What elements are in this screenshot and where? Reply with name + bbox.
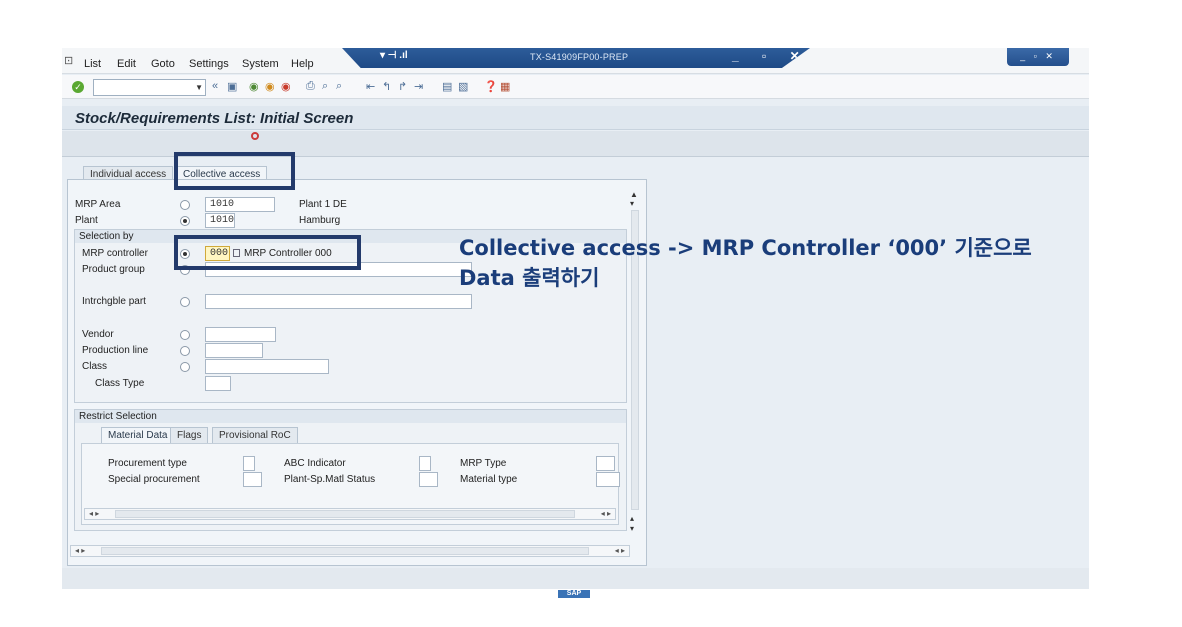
- scroll-up-icon[interactable]: ▲: [630, 190, 638, 199]
- scroll-left-right-icon[interactable]: ◂ ▸: [615, 546, 625, 556]
- shortcut-icon[interactable]: ▧: [458, 80, 468, 93]
- save-icon[interactable]: ▣: [227, 80, 237, 93]
- inner-scroll-track[interactable]: [115, 510, 575, 518]
- plant-desc: Hamburg: [299, 215, 341, 226]
- class-label: Class: [82, 361, 108, 372]
- next-page-icon[interactable]: ↱: [398, 80, 407, 93]
- status-bar: SAP: [62, 568, 1089, 598]
- scroll-down-icon[interactable]: ▾: [630, 524, 634, 533]
- new-session-icon[interactable]: ▤: [442, 80, 452, 93]
- sap-window: ⊡ List Edit Goto Settings System Help ▾ …: [62, 48, 1089, 598]
- procurement-type-field[interactable]: [243, 456, 255, 471]
- product-group-label: Product group: [82, 264, 145, 275]
- find-icon[interactable]: ⌕: [322, 80, 328, 93]
- enter-check-icon[interactable]: ✓: [72, 81, 84, 93]
- outer-scroll-track[interactable]: [101, 547, 589, 555]
- menu-settings[interactable]: Settings: [189, 58, 229, 70]
- interchangeable-field[interactable]: [205, 294, 472, 309]
- menu-help[interactable]: Help: [291, 58, 314, 70]
- sap-logo: SAP: [558, 590, 590, 598]
- title-bar: ▾ ⊣ .ıl TX-S41909FP00-PREP _ ▫ ✕: [342, 48, 810, 68]
- annotation-line-1: Collective access -> MRP Controller ‘000…: [459, 236, 1032, 260]
- mrp-area-field[interactable]: 1010: [205, 197, 275, 212]
- scroll-left-right-icon[interactable]: ◂ ▸: [601, 509, 611, 519]
- menu-system[interactable]: System: [242, 58, 279, 70]
- mrp-area-label: MRP Area: [75, 199, 121, 210]
- customize-layout-icon[interactable]: ▦: [500, 80, 510, 93]
- material-type-label: Material type: [460, 474, 518, 485]
- scroll-left-right-icon[interactable]: ◂ ▸: [89, 509, 99, 519]
- plant-label: Plant: [75, 215, 98, 226]
- exit-icon[interactable]: ◉: [265, 80, 275, 93]
- system-id: TX-S41909FP00-PREP: [530, 52, 629, 62]
- mrp-type-field[interactable]: [596, 456, 615, 471]
- abc-indicator-field[interactable]: [419, 456, 431, 471]
- plant-radio[interactable]: [180, 216, 190, 226]
- class-radio[interactable]: [180, 362, 190, 372]
- interchangeable-label: Intrchgble part: [82, 296, 146, 307]
- highlight-mrp-controller: [174, 235, 361, 270]
- cancel-icon[interactable]: ◉: [281, 80, 291, 93]
- prev-page-icon[interactable]: ↰: [382, 80, 391, 93]
- scroll-left-right-icon[interactable]: ◂ ▸: [75, 546, 85, 556]
- class-field[interactable]: [205, 359, 329, 374]
- plant-field[interactable]: 1010: [205, 213, 235, 228]
- plant-sp-status-field[interactable]: [419, 472, 438, 487]
- outer-horizontal-scrollbar[interactable]: ◂ ▸ ◂ ▸: [70, 545, 630, 557]
- mrp-area-desc: Plant 1 DE: [299, 199, 347, 210]
- session-window-controls[interactable]: _ ▫ ✕: [732, 49, 810, 63]
- vendor-label: Vendor: [82, 329, 114, 340]
- material-data-tab-content: Procurement type Special procurement ABC…: [81, 443, 620, 525]
- mrp-area-radio[interactable]: [180, 200, 190, 210]
- menu-list[interactable]: List: [84, 58, 101, 70]
- window-controls[interactable]: _ ▫ ✕: [1007, 48, 1069, 66]
- mrp-type-label: MRP Type: [460, 458, 507, 469]
- help-icon[interactable]: ❓: [484, 80, 498, 93]
- highlight-collective-tab: [174, 152, 295, 190]
- print-icon[interactable]: ⎙: [306, 80, 315, 93]
- standard-toolbar: ✓ ▼ « ▣ ◉ ◉ ◉ ⎙ ⌕ ⌕ ⇤ ↰ ↱ ⇥ ▤ ▧ ❓ ▦: [62, 75, 1089, 99]
- material-type-field[interactable]: [596, 472, 620, 487]
- annotation-text: Collective access -> MRP Controller ‘000…: [459, 233, 1032, 293]
- class-type-label: Class Type: [95, 378, 145, 389]
- tab-flags[interactable]: Flags: [170, 427, 209, 443]
- annotation-line-2: Data 출력하기: [459, 266, 600, 290]
- interchangeable-radio[interactable]: [180, 297, 190, 307]
- page-title: Stock/Requirements List: Initial Screen: [75, 110, 354, 127]
- first-page-icon[interactable]: ⇤: [366, 80, 375, 93]
- last-page-icon[interactable]: ⇥: [414, 80, 423, 93]
- chevron-down-icon[interactable]: ▼: [195, 83, 203, 92]
- find-next-icon[interactable]: ⌕: [336, 80, 342, 93]
- back-icon[interactable]: ◉: [249, 80, 259, 93]
- vendor-radio[interactable]: [180, 330, 190, 340]
- abc-indicator-label: ABC Indicator: [284, 458, 346, 469]
- mrp-controller-label: MRP controller: [82, 248, 148, 259]
- production-line-radio[interactable]: [180, 346, 190, 356]
- page-header: Stock/Requirements List: Initial Screen: [62, 106, 1089, 130]
- menu-bar: ⊡ List Edit Goto Settings System Help ▾ …: [62, 48, 1089, 74]
- tab-provisional-roc[interactable]: Provisional RoC: [212, 427, 298, 443]
- special-procurement-label: Special procurement: [108, 474, 200, 485]
- mouse-cursor-icon: [251, 132, 259, 140]
- procurement-type-label: Procurement type: [108, 458, 187, 469]
- class-type-field[interactable]: [205, 376, 231, 391]
- scroll-up-icon[interactable]: ▴: [630, 514, 634, 523]
- menu-edit[interactable]: Edit: [117, 58, 136, 70]
- production-line-label: Production line: [82, 345, 149, 356]
- tab-material-data[interactable]: Material Data: [101, 427, 175, 443]
- titlebar-quick-icons[interactable]: ▾ ⊣ .ıl: [380, 50, 408, 61]
- plant-sp-status-label: Plant-Sp.Matl Status: [284, 474, 376, 485]
- double-left-icon[interactable]: «: [212, 80, 218, 92]
- restrict-selection-group: Restrict Selection Material Data Flags P…: [74, 409, 627, 531]
- command-field[interactable]: ▼: [93, 79, 206, 96]
- inner-horizontal-scrollbar[interactable]: ◂ ▸ ◂ ▸: [84, 508, 616, 520]
- vendor-field[interactable]: [205, 327, 276, 342]
- production-line-field[interactable]: [205, 343, 263, 358]
- menu-goto[interactable]: Goto: [151, 58, 175, 70]
- restrict-selection-title: Restrict Selection: [75, 410, 626, 423]
- menu-toggle-icon[interactable]: ⊡: [64, 56, 76, 67]
- scroll-up-small-icon[interactable]: ▾: [630, 199, 634, 208]
- special-procurement-field[interactable]: [243, 472, 262, 487]
